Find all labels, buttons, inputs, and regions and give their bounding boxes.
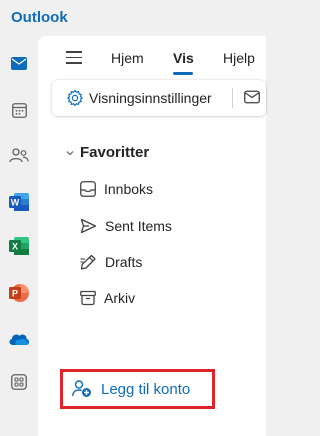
view-settings-button[interactable]: Visningsinnstillinger: [66, 88, 212, 108]
more-apps-icon[interactable]: [8, 371, 30, 393]
gear-icon: [67, 89, 83, 107]
folder-label: Arkiv: [104, 290, 136, 306]
folder-item-innboks[interactable]: Innboks: [80, 179, 153, 199]
folder-item-arkiv[interactable]: Arkiv: [80, 288, 135, 308]
hamburger-menu-icon[interactable]: [66, 51, 82, 65]
title-bar: Outlook: [0, 0, 266, 36]
add-account-button[interactable]: Legg til konto: [60, 369, 215, 409]
add-person-icon: [72, 380, 91, 397]
archive-icon: [80, 290, 96, 306]
word-letter: W: [11, 198, 20, 208]
favorites-header[interactable]: Favoritter: [64, 144, 149, 161]
calendar-icon[interactable]: [8, 99, 30, 121]
people-icon[interactable]: [8, 144, 30, 166]
message-view-icon[interactable]: [244, 90, 260, 109]
powerpoint-icon[interactable]: P: [8, 282, 30, 304]
add-account-label: Legg til konto: [101, 380, 191, 398]
chevron-down-icon: [66, 150, 74, 155]
view-settings-label: Visningsinnstillinger: [89, 90, 212, 106]
onedrive-icon[interactable]: [8, 328, 30, 350]
word-icon[interactable]: W: [8, 191, 30, 213]
folder-label: Innboks: [104, 181, 154, 197]
ribbon-tabs: Hjem Vis Hjelp: [38, 36, 266, 78]
toolbar-divider: [232, 88, 233, 108]
folder-item-drafts[interactable]: Drafts: [80, 252, 142, 272]
excel-letter: X: [12, 242, 18, 252]
excel-icon[interactable]: X: [8, 235, 30, 257]
mail-icon[interactable]: [8, 52, 30, 74]
folder-label: Sent Items: [105, 218, 172, 234]
app-rail: W X P: [0, 36, 38, 436]
powerpoint-letter: P: [12, 289, 18, 299]
tab-vis[interactable]: Vis: [173, 50, 194, 66]
folder-item-sent-items[interactable]: Sent Items: [80, 216, 172, 236]
pencil-icon: [80, 254, 96, 270]
favorites-label: Favoritter: [80, 144, 150, 161]
ribbon-toolbar: Visningsinnstillinger: [52, 80, 266, 116]
tab-hjelp[interactable]: Hjelp: [223, 50, 255, 66]
main-panel: Hjem Vis Hjelp Visningsinnstillinger Fav…: [38, 36, 266, 436]
folder-label: Drafts: [105, 254, 143, 270]
app-title: Outlook: [11, 9, 68, 26]
send-icon: [80, 218, 97, 234]
inbox-icon: [80, 181, 96, 197]
active-tab-indicator: [173, 72, 193, 75]
tab-hjem[interactable]: Hjem: [111, 50, 144, 66]
